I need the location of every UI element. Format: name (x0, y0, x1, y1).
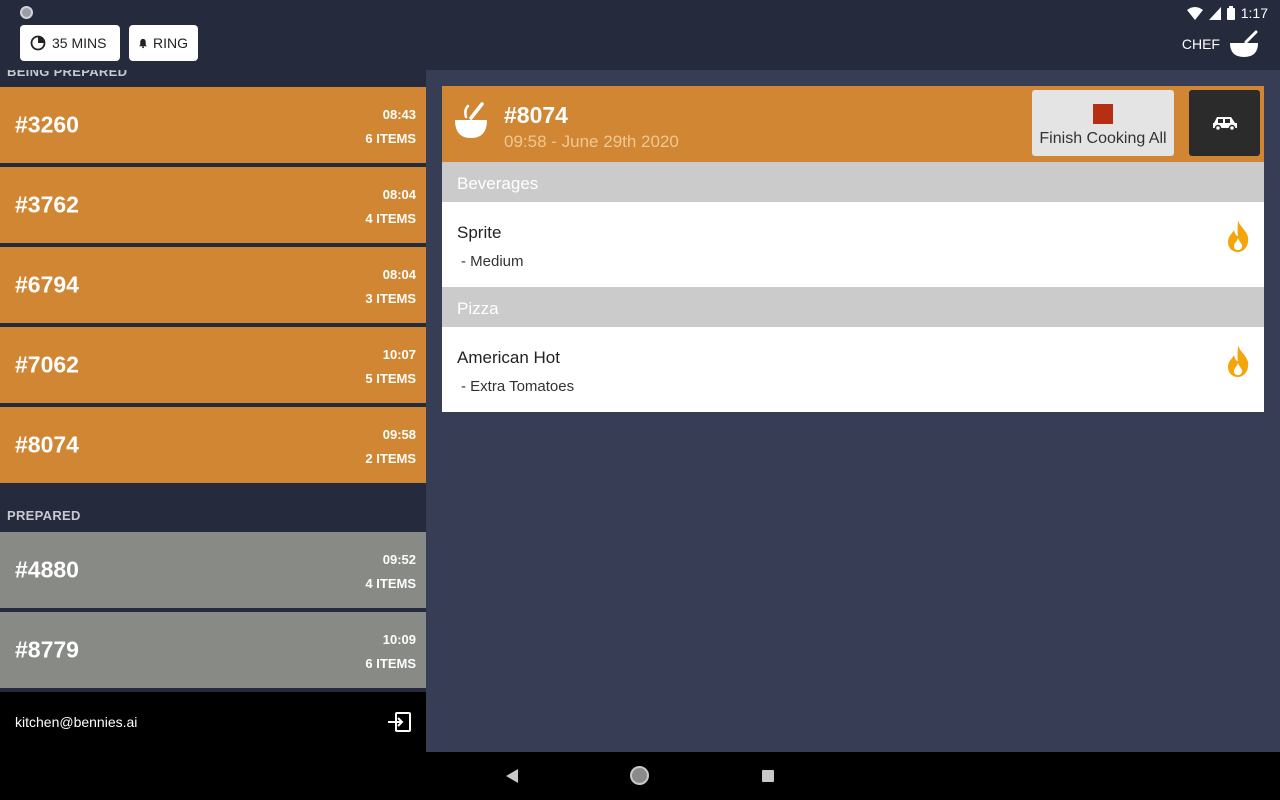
order-card[interactable]: #7062 10:07 5 ITEMS (0, 327, 426, 403)
timer-icon (30, 35, 46, 51)
order-number: #4880 (15, 556, 79, 583)
ring-button[interactable]: RING (129, 25, 198, 61)
order-number: #3762 (15, 191, 79, 218)
chef-bowl-icon (1230, 30, 1258, 57)
order-number: #6794 (15, 271, 79, 298)
status-time: 1:17 (1240, 5, 1268, 21)
being-prepared-heading: BEING PREPARED (7, 70, 128, 79)
item-modifier: - Extra Tomatoes (461, 378, 575, 395)
chef-label: CHEF (1181, 36, 1220, 52)
home-icon[interactable] (630, 766, 649, 785)
order-time: 08:04 (382, 267, 416, 282)
back-icon[interactable] (506, 769, 518, 783)
category-header: Pizza (442, 287, 1264, 327)
order-item-count: 6 ITEMS (365, 656, 416, 671)
item-name: American Hot (457, 348, 560, 367)
order-time: 08:43 (382, 107, 416, 122)
bell-icon (139, 38, 147, 48)
chef-indicator[interactable]: CHEF (1182, 30, 1260, 58)
delivery-button[interactable] (1189, 90, 1260, 156)
order-item-row[interactable]: Sprite - Medium (442, 202, 1264, 287)
order-number: #7062 (15, 351, 79, 378)
order-detail-datetime: 09:58 - June 29th 2020 (504, 132, 679, 151)
order-card[interactable]: #3762 08:04 4 ITEMS (0, 167, 426, 243)
stop-icon (1093, 104, 1113, 124)
wifi-icon (1186, 6, 1203, 20)
battery-icon (1226, 6, 1235, 20)
finish-cooking-all-button[interactable]: Finish Cooking All (1032, 90, 1174, 156)
order-card[interactable]: #6794 08:04 3 ITEMS (0, 247, 426, 323)
order-card[interactable]: #8074 09:58 2 ITEMS (0, 407, 426, 483)
chef-bowl-icon (455, 102, 487, 138)
orders-sidebar: BEING PREPARED #3260 08:43 6 ITEMS #3762… (0, 70, 426, 692)
order-item-count: 3 ITEMS (365, 291, 416, 306)
order-item-count: 5 ITEMS (365, 371, 416, 386)
signal-icon (1208, 6, 1221, 20)
order-item-count: 4 ITEMS (365, 576, 416, 591)
nav-bar-left (0, 752, 426, 800)
status-bar: 1:17 (1186, 4, 1268, 22)
delivery-car-icon (1212, 117, 1237, 131)
order-item-count: 6 ITEMS (365, 131, 416, 146)
item-modifier: - Medium (461, 253, 524, 270)
order-detail-number: #8074 (504, 102, 568, 128)
flame-icon[interactable] (1226, 345, 1250, 377)
finish-cooking-all-label: Finish Cooking All (1039, 130, 1167, 147)
order-number: #3260 (15, 111, 79, 138)
logout-icon[interactable] (388, 712, 412, 732)
order-time: 09:58 (382, 427, 416, 442)
account-email: kitchen@bennies.ai (15, 714, 138, 730)
timer-label: 35 MINS (52, 35, 107, 51)
order-item-count: 4 ITEMS (365, 211, 416, 226)
order-time: 10:07 (382, 347, 416, 362)
notification-dot-icon (20, 6, 33, 19)
prepared-heading: PREPARED (7, 508, 81, 523)
account-footer: kitchen@bennies.ai (0, 692, 426, 752)
order-number: #8779 (15, 636, 79, 663)
order-card[interactable]: #8779 10:09 6 ITEMS (0, 612, 426, 688)
order-detail-header: #8074 09:58 - June 29th 2020 Finish Cook… (442, 86, 1264, 162)
order-card[interactable]: #4880 09:52 4 ITEMS (0, 532, 426, 608)
order-time: 08:04 (382, 187, 416, 202)
order-time: 10:09 (382, 632, 416, 647)
item-name: Sprite (457, 223, 502, 242)
flame-icon[interactable] (1226, 220, 1250, 252)
top-bar: 1:17 35 MINS RING CHEF (0, 0, 1280, 70)
order-detail-panel: #8074 09:58 - June 29th 2020 Finish Cook… (426, 70, 1280, 752)
order-item-count: 2 ITEMS (365, 451, 416, 466)
order-time: 09:52 (382, 552, 416, 567)
order-item-row[interactable]: American Hot - Extra Tomatoes (442, 327, 1264, 412)
ring-label: RING (153, 35, 188, 51)
category-header: Beverages (442, 162, 1264, 202)
order-card[interactable]: #3260 08:43 6 ITEMS (0, 87, 426, 163)
recent-apps-icon[interactable] (762, 770, 774, 782)
order-number: #8074 (15, 431, 79, 458)
system-nav-bar (426, 752, 1280, 800)
timer-button[interactable]: 35 MINS (20, 25, 120, 61)
